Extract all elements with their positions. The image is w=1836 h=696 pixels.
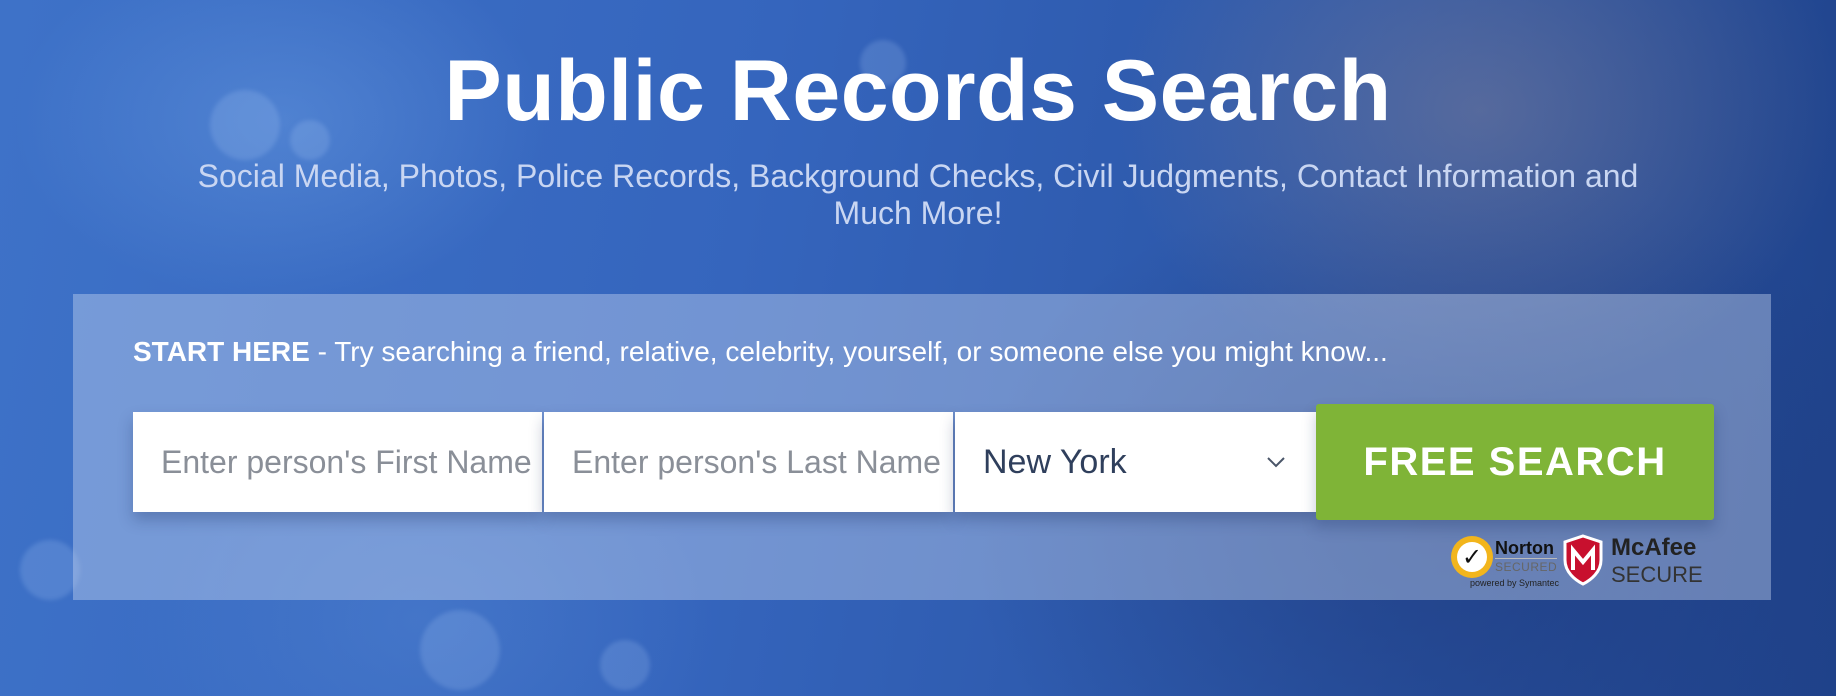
state-select[interactable]: New York [955,412,1316,512]
mcafee-badge: McAfee SECURE [1561,532,1721,594]
search-panel: START HERE - Try searching a friend, rel… [73,294,1771,600]
page-title: Public Records Search [444,43,1392,139]
mcafee-name: McAfee [1611,534,1697,561]
norton-name: Norton [1495,538,1554,558]
checkmark-icon: ✓ [1451,536,1493,578]
search-prompt-strong: START HERE [133,336,310,367]
state-select-value: New York [983,442,1127,481]
last-name-input[interactable] [544,412,953,512]
shield-icon [1563,534,1603,586]
free-search-button[interactable]: FREE SEARCH [1316,404,1714,520]
norton-powered: powered by Symantec [1469,578,1559,588]
search-prompt-text: - Try searching a friend, relative, cele… [309,336,1388,367]
chevron-down-icon [1267,457,1285,468]
page-subtitle: Social Media, Photos, Police Records, Ba… [197,158,1639,231]
bokeh-light [420,610,500,690]
bokeh-light [600,640,650,690]
mcafee-status: SECURE [1611,562,1703,587]
security-badges: ✓ Norton SECURED powered by Symantec McA… [1449,532,1719,594]
first-name-input[interactable] [133,412,542,512]
norton-badge: ✓ Norton SECURED powered by Symantec [1449,532,1559,594]
norton-status: SECURED [1495,558,1558,574]
search-prompt: START HERE - Try searching a friend, rel… [133,336,1388,368]
bokeh-light [20,540,80,600]
